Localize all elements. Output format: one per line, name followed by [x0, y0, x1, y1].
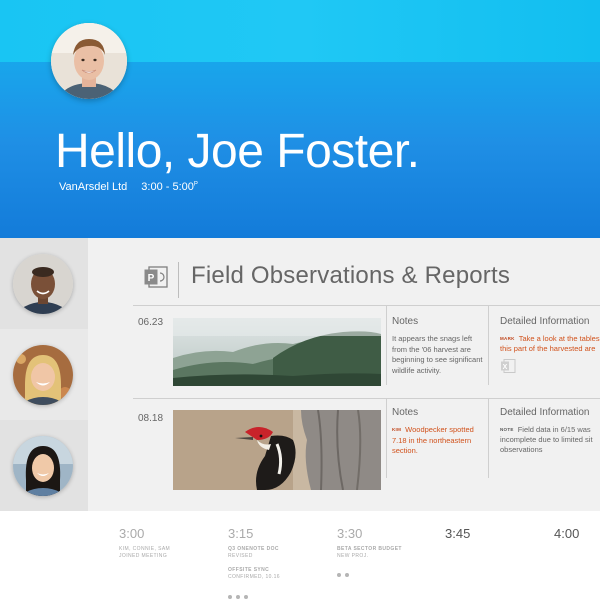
timeline-event[interactable]: BETA SECTOR BUDGET NEW PROJ. — [337, 546, 402, 560]
more-items-indicator[interactable] — [337, 564, 353, 577]
title-divider — [178, 262, 179, 298]
row-date: 06.23 — [138, 317, 164, 328]
meeting-time: 3:00 - 5:00P — [141, 181, 198, 193]
company-name: VanArsdel Ltd — [59, 181, 128, 193]
note-author-tag: KIM — [392, 427, 402, 432]
attendee-photo — [13, 254, 73, 314]
greeting-title: Hello, Joe Foster. — [55, 125, 420, 178]
notes-panel: P Field Observations & Reports 06.23 Not… — [88, 238, 600, 511]
detail-comment: NOTE Field data in 6/15 was — [500, 425, 591, 434]
details-heading: Detailed Information — [500, 316, 590, 327]
forest-image — [173, 318, 381, 386]
notes-heading: Notes — [392, 316, 419, 327]
attendee-slot — [0, 329, 88, 420]
attendee-avatar[interactable] — [13, 436, 73, 496]
user-avatar-photo — [51, 23, 127, 99]
timeline-time[interactable]: 3:00 — [119, 526, 144, 541]
notes-heading: Notes — [392, 407, 419, 418]
column-divider — [386, 305, 387, 385]
row-divider — [133, 398, 600, 399]
column-divider — [386, 398, 387, 478]
comment-author-tag: MARK — [500, 336, 515, 341]
detail-comment-line: incomplete due to limited sit — [500, 435, 593, 444]
more-items-indicator[interactable] — [228, 586, 252, 599]
row-date: 08.18 — [138, 413, 164, 424]
svg-text:P: P — [148, 273, 155, 284]
column-divider — [488, 305, 489, 385]
details-heading: Detailed Information — [500, 407, 590, 418]
excel-icon[interactable]: X — [500, 358, 516, 374]
attendee-slot — [0, 238, 88, 329]
woodpecker-photo[interactable] — [173, 410, 381, 490]
attendee-avatar[interactable] — [13, 345, 73, 405]
timeline-time-next[interactable]: 4:00 — [554, 526, 579, 541]
woodpecker-image — [173, 410, 381, 490]
document-title[interactable]: Field Observations & Reports — [191, 262, 510, 290]
attendee-rail — [0, 238, 88, 511]
timeline-event[interactable]: Q3 ONENOTE DOC REVISED — [228, 546, 279, 560]
attendee-photo — [13, 436, 73, 496]
activity-timeline: 3:00 KIM, CONNIE, SAM JOINED MEETING 3:1… — [0, 511, 600, 600]
column-divider — [488, 398, 489, 478]
row-divider — [133, 305, 600, 306]
note-text: KIM Woodpecker spotted 7.18 in the northe… — [392, 425, 474, 455]
timeline-time[interactable]: 3:30 — [337, 526, 362, 541]
timeline-event[interactable]: KIM, CONNIE, SAM JOINED MEETING — [119, 546, 170, 560]
detail-comment-line: observations — [500, 445, 543, 454]
comment-author-tag: NOTE — [500, 427, 514, 432]
attendee-slot — [0, 420, 88, 511]
detail-comment-line: this part of the harvested are — [500, 344, 596, 353]
attendee-photo — [13, 345, 73, 405]
svg-text:X: X — [503, 364, 508, 371]
note-text: It appears the snags left from the '06 h… — [392, 334, 483, 375]
detail-comment: MARK Take a look at the tables — [500, 334, 600, 343]
powerpoint-icon[interactable]: P — [143, 264, 169, 290]
meeting-info: VanArsdel Ltd 3:00 - 5:00P — [59, 181, 198, 193]
timeline-time-current[interactable]: 3:45 — [445, 526, 470, 541]
user-avatar[interactable] — [51, 23, 127, 99]
attendee-avatar[interactable] — [13, 254, 73, 314]
misty-forest-photo[interactable] — [173, 318, 381, 386]
timeline-event[interactable]: OFFSITE SYNC CONFIRMED, 10.16 — [228, 567, 280, 581]
hero-header: Hello, Joe Foster. VanArsdel Ltd 3:00 - 5… — [0, 0, 600, 238]
timeline-time[interactable]: 3:15 — [228, 526, 253, 541]
